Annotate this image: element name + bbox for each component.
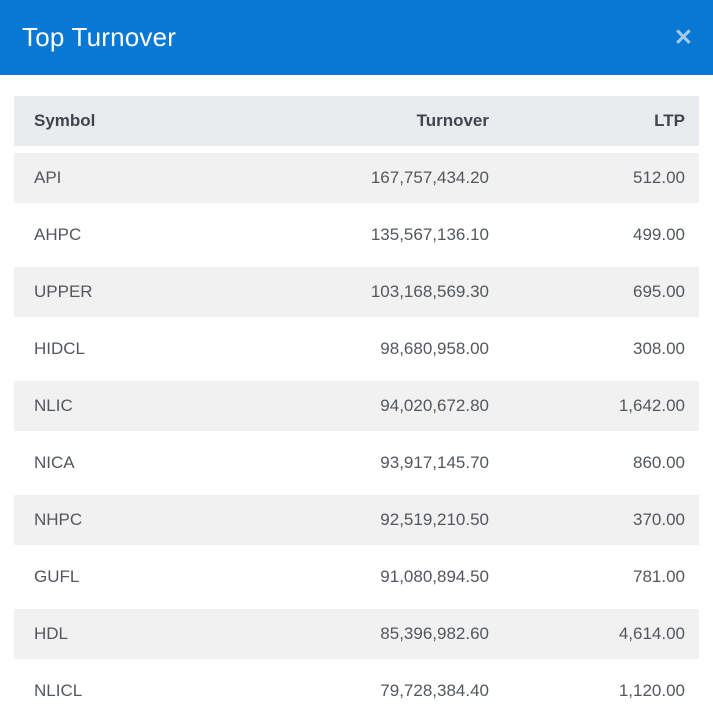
table-row[interactable]: UPPER 103,168,569.30 695.00: [14, 267, 699, 317]
turnover-cell: 103,168,569.30: [184, 267, 489, 317]
table-row[interactable]: NLIC 94,020,672.80 1,642.00: [14, 381, 699, 431]
turnover-cell: 79,728,384.40: [184, 666, 489, 716]
top-turnover-modal: Top Turnover ✕ Symbol Turnover LTP API 1…: [0, 0, 713, 720]
ltp-cell: 370.00: [489, 495, 699, 545]
ltp-cell: 1,642.00: [489, 381, 699, 431]
turnover-cell: 98,680,958.00: [184, 324, 489, 374]
ltp-cell: 781.00: [489, 552, 699, 602]
table-row[interactable]: HIDCL 98,680,958.00 308.00: [14, 324, 699, 374]
turnover-table: Symbol Turnover LTP API 167,757,434.20 5…: [14, 89, 699, 720]
turnover-cell: 135,567,136.10: [184, 210, 489, 260]
ltp-cell: 4,614.00: [489, 609, 699, 659]
modal-body: Symbol Turnover LTP API 167,757,434.20 5…: [0, 89, 713, 720]
ltp-cell: 860.00: [489, 438, 699, 488]
symbol-cell: UPPER: [14, 267, 184, 317]
symbol-cell: HDL: [14, 609, 184, 659]
table-row[interactable]: GUFL 91,080,894.50 781.00: [14, 552, 699, 602]
table-row[interactable]: HDL 85,396,982.60 4,614.00: [14, 609, 699, 659]
table-row[interactable]: AHPC 135,567,136.10 499.00: [14, 210, 699, 260]
symbol-cell: NICA: [14, 438, 184, 488]
close-icon[interactable]: ✕: [670, 22, 697, 53]
column-header-turnover: Turnover: [184, 96, 489, 146]
table-row[interactable]: NICA 93,917,145.70 860.00: [14, 438, 699, 488]
symbol-cell: HIDCL: [14, 324, 184, 374]
modal-header: Top Turnover ✕: [0, 0, 713, 75]
turnover-cell: 94,020,672.80: [184, 381, 489, 431]
symbol-cell: API: [14, 153, 184, 203]
symbol-cell: GUFL: [14, 552, 184, 602]
ltp-cell: 695.00: [489, 267, 699, 317]
turnover-cell: 93,917,145.70: [184, 438, 489, 488]
ltp-cell: 512.00: [489, 153, 699, 203]
column-header-symbol: Symbol: [14, 96, 184, 146]
turnover-cell: 167,757,434.20: [184, 153, 489, 203]
table-row[interactable]: NHPC 92,519,210.50 370.00: [14, 495, 699, 545]
turnover-cell: 92,519,210.50: [184, 495, 489, 545]
symbol-cell: NLIC: [14, 381, 184, 431]
column-header-ltp: LTP: [489, 96, 699, 146]
ltp-cell: 1,120.00: [489, 666, 699, 716]
table-header-row: Symbol Turnover LTP: [14, 96, 699, 146]
table-row[interactable]: NLICL 79,728,384.40 1,120.00: [14, 666, 699, 716]
ltp-cell: 308.00: [489, 324, 699, 374]
turnover-cell: 91,080,894.50: [184, 552, 489, 602]
table-row[interactable]: API 167,757,434.20 512.00: [14, 153, 699, 203]
modal-title: Top Turnover: [22, 22, 176, 53]
symbol-cell: NLICL: [14, 666, 184, 716]
symbol-cell: AHPC: [14, 210, 184, 260]
ltp-cell: 499.00: [489, 210, 699, 260]
symbol-cell: NHPC: [14, 495, 184, 545]
turnover-cell: 85,396,982.60: [184, 609, 489, 659]
